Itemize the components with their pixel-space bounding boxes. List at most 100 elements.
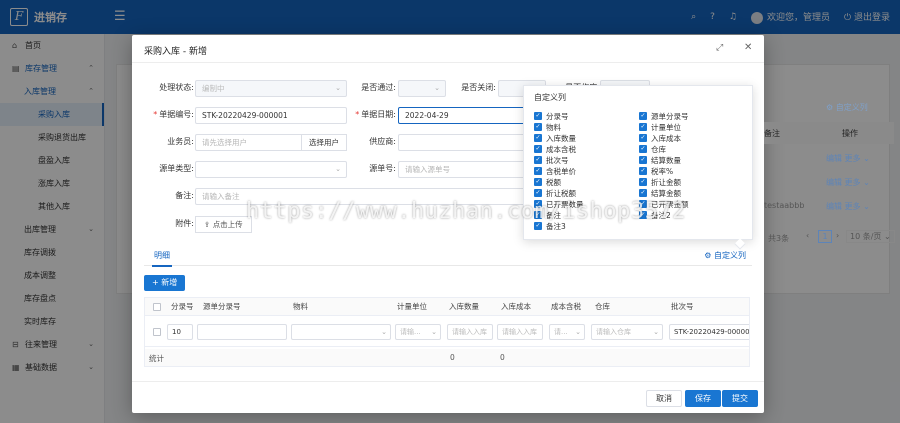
col-option[interactable]: ✓ 入库数量 bbox=[534, 133, 576, 143]
tax-included-select[interactable]: 请... ⌄ bbox=[549, 324, 585, 340]
col-option[interactable]: ✓ 物料 bbox=[534, 122, 561, 132]
col-option-label: 仓库 bbox=[651, 144, 666, 154]
maximize-icon[interactable]: ⤢ bbox=[716, 43, 723, 53]
bill-date-input[interactable]: 2022-04-29 bbox=[398, 107, 538, 124]
bg-pagination-page[interactable]: 1 bbox=[818, 230, 832, 243]
col-option-label: 源单分录号 bbox=[651, 111, 689, 121]
chevron-down-icon: ⌄ bbox=[381, 328, 387, 336]
bg-pagination-next[interactable]: › bbox=[836, 231, 839, 240]
bg-custom-col[interactable]: ⚙ 自定义列 bbox=[826, 102, 868, 113]
custom-columns-button[interactable]: ⚙ 自定义列 bbox=[704, 250, 746, 261]
approved-label: 是否通过: bbox=[361, 83, 396, 92]
checkbox-checked-icon: ✓ bbox=[534, 123, 542, 131]
col-option[interactable]: ✓ 结算数量 bbox=[639, 155, 681, 165]
source-type-label: 源单类型: bbox=[159, 164, 194, 173]
bill-no-input[interactable]: STK-20220429-000001 bbox=[195, 107, 347, 124]
col-option[interactable]: ✓ 分录号 bbox=[534, 111, 569, 121]
attachment-label: 附件: bbox=[175, 219, 194, 228]
gear-icon: ⚙ bbox=[704, 251, 712, 260]
upload-label: 点击上传 bbox=[212, 220, 243, 229]
status-select[interactable]: 编制中 ⌄ bbox=[195, 80, 347, 97]
cancel-button[interactable]: 取消 bbox=[646, 390, 682, 407]
bg-edit-link[interactable]: 编辑 bbox=[826, 202, 842, 211]
watermark: https://www.huzhan.com/ishop3572 bbox=[246, 199, 686, 224]
unit-select[interactable]: 请输... ⌄ bbox=[395, 324, 441, 340]
col-option-label: 分录号 bbox=[546, 111, 569, 121]
approved-select[interactable]: ⌄ bbox=[398, 80, 446, 97]
tab-detail[interactable]: 明细 bbox=[152, 250, 172, 267]
modal-header: 采购入库 - 新增 ⤢ ✕ bbox=[132, 35, 764, 63]
clerk-label: 业务员: bbox=[167, 137, 194, 146]
col-option[interactable]: ✓ 税额 bbox=[534, 177, 561, 187]
col-option-label: 入库数量 bbox=[546, 133, 576, 143]
supplier-label: 供应商: bbox=[369, 137, 396, 146]
checkbox-checked-icon: ✓ bbox=[534, 145, 542, 153]
bg-edit-link[interactable]: 编辑 bbox=[826, 154, 842, 163]
source-entry-no-input[interactable] bbox=[197, 324, 287, 340]
checkbox-checked-icon: ✓ bbox=[534, 167, 542, 175]
supplier-input[interactable] bbox=[398, 134, 538, 151]
add-row-button[interactable]: + 新增 bbox=[144, 275, 186, 291]
col-option[interactable]: ✓ 计量单位 bbox=[639, 122, 681, 132]
chevron-down-icon: ⌄ bbox=[434, 84, 440, 92]
upload-icon: ⇪ bbox=[204, 220, 211, 229]
detail-tabs: 明细 ⚙ 自定义列 bbox=[144, 246, 752, 267]
bg-row3-actions[interactable]: 编辑 更多 ⌄ bbox=[826, 201, 870, 212]
select-all-checkbox[interactable] bbox=[153, 303, 161, 311]
bg-pagination-size[interactable]: 10 条/页 ⌄ bbox=[846, 230, 895, 243]
bg-row2-actions[interactable]: 编辑 更多 ⌄ bbox=[826, 177, 870, 188]
col-option[interactable]: ✓ 折让税额 bbox=[534, 188, 576, 198]
col-option[interactable]: ✓ 结算金额 bbox=[639, 188, 681, 198]
cost-input[interactable]: 请输入入库 bbox=[497, 324, 543, 340]
row-checkbox[interactable] bbox=[153, 328, 161, 336]
checkbox-checked-icon: ✓ bbox=[534, 112, 542, 120]
col-material: 物料 bbox=[293, 302, 308, 311]
detail-table: 分录号 源单分录号 物料 计量单位 入库数量 入库成本 成本含税 仓库 批次号 … bbox=[144, 297, 750, 367]
bg-row1-actions[interactable]: 编辑 更多 ⌄ bbox=[826, 153, 870, 164]
custom-columns-label: 自定义列 bbox=[714, 251, 746, 260]
col-option-label: 税额 bbox=[546, 177, 561, 187]
col-option[interactable]: ✓ 折让金额 bbox=[639, 177, 681, 187]
bg-pagination-total: 共3条 bbox=[768, 234, 790, 243]
clerk-placeholder: 请先选择用户 bbox=[202, 138, 247, 147]
col-batch-no: 批次号 bbox=[671, 302, 694, 311]
source-type-select[interactable]: ⌄ bbox=[195, 161, 347, 178]
col-option[interactable]: ✓ 含税单价 bbox=[534, 166, 576, 176]
bg-more-link[interactable]: 更多 bbox=[845, 202, 861, 211]
source-no-input[interactable]: 请输入源单号 bbox=[398, 161, 538, 178]
col-option[interactable]: ✓ 税率% bbox=[639, 166, 673, 176]
entry-no-input[interactable]: 10 bbox=[167, 324, 193, 340]
bill-no-label-text: 单据编号: bbox=[159, 110, 194, 119]
checkbox-checked-icon: ✓ bbox=[534, 189, 542, 197]
col-unit: 计量单位 bbox=[397, 302, 427, 311]
warehouse-select[interactable]: 请输入仓库 ⌄ bbox=[591, 324, 663, 340]
col-option[interactable]: ✓ 源单分录号 bbox=[639, 111, 689, 121]
source-no-placeholder: 请输入源单号 bbox=[405, 165, 450, 174]
col-option-label: 批次号 bbox=[546, 155, 569, 165]
batch-no-input[interactable]: STK-20220429-000001 bbox=[669, 324, 749, 340]
col-option[interactable]: ✓ 仓库 bbox=[639, 144, 666, 154]
bg-pagination-size-label: 10 条/页 bbox=[850, 232, 882, 241]
clerk-input[interactable]: 请先选择用户 选择用户 bbox=[195, 134, 347, 151]
close-icon[interactable]: ✕ bbox=[744, 42, 752, 53]
bg-more-link[interactable]: 更多 bbox=[845, 154, 861, 163]
qty-input[interactable]: 请输入入库 bbox=[447, 324, 493, 340]
col-option[interactable]: ✓ 批次号 bbox=[534, 155, 569, 165]
save-button[interactable]: 保存 bbox=[685, 390, 721, 407]
bg-edit-link[interactable]: 编辑 bbox=[826, 178, 842, 187]
material-select[interactable]: ⌄ bbox=[291, 324, 391, 340]
checkbox-checked-icon: ✓ bbox=[534, 156, 542, 164]
bg-more-link[interactable]: 更多 bbox=[845, 178, 861, 187]
upload-button[interactable]: ⇪ 点击上传 bbox=[195, 216, 252, 233]
checkbox-checked-icon: ✓ bbox=[534, 134, 542, 142]
bg-col-remark: 备注 bbox=[764, 129, 780, 138]
col-option[interactable]: ✓ 入库成本 bbox=[639, 133, 681, 143]
col-option[interactable]: ✓ 成本含税 bbox=[534, 144, 576, 154]
gear-icon: ⚙ bbox=[826, 103, 834, 112]
checkbox-checked-icon: ✓ bbox=[639, 178, 647, 186]
col-option-label: 物料 bbox=[546, 122, 561, 132]
bg-pagination-prev[interactable]: ‹ bbox=[806, 231, 809, 240]
select-user-button[interactable]: 选择用户 bbox=[301, 134, 347, 151]
chevron-down-icon: ⌄ bbox=[335, 84, 341, 92]
submit-button[interactable]: 提交 bbox=[722, 390, 758, 407]
